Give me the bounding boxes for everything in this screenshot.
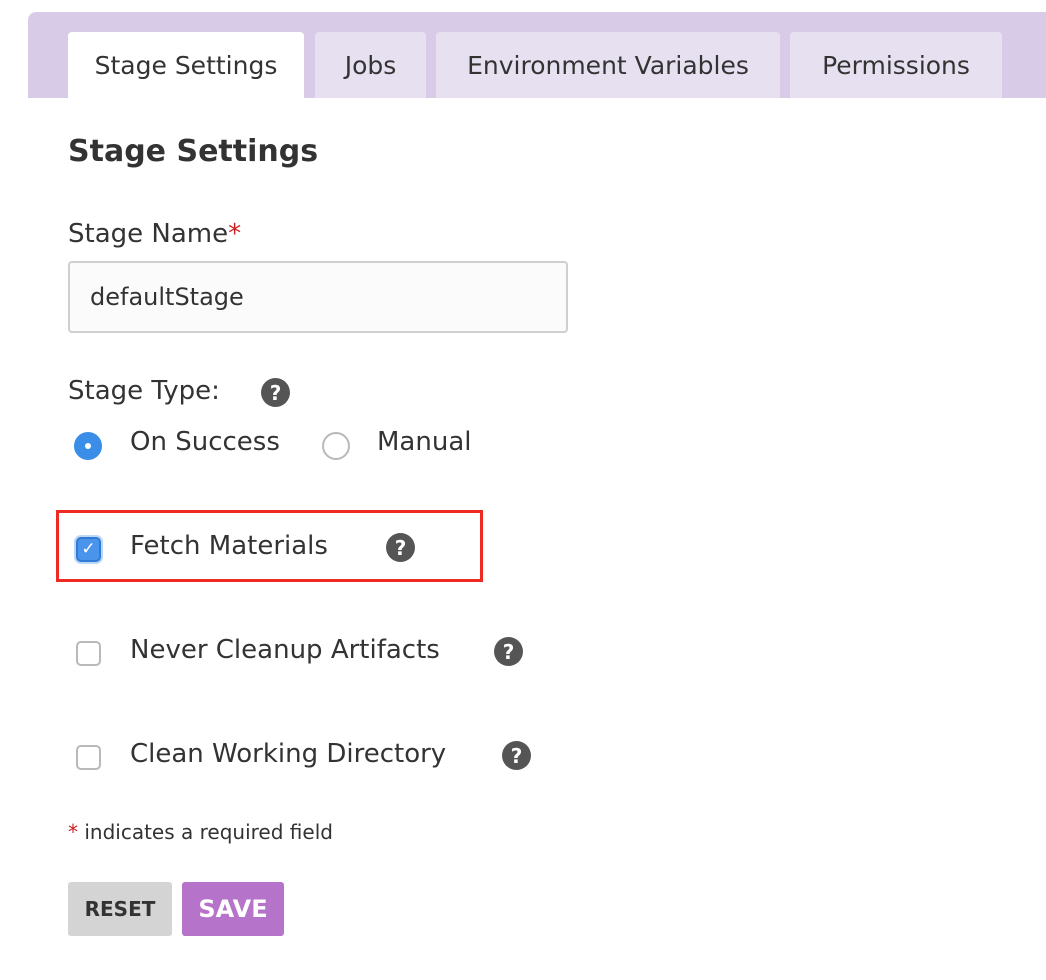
never-cleanup-artifacts-checkbox[interactable] bbox=[76, 641, 101, 666]
stage-name-input[interactable] bbox=[68, 261, 568, 333]
radio-on-success-label[interactable]: On Success bbox=[130, 427, 280, 457]
stage-settings-page: Stage Settings Jobs Environment Variable… bbox=[0, 0, 1046, 980]
check-icon: ✓ bbox=[81, 539, 96, 559]
clean-working-directory-label[interactable]: Clean Working Directory bbox=[130, 739, 446, 769]
fetch-materials-label[interactable]: Fetch Materials bbox=[130, 531, 328, 561]
reset-button[interactable]: RESET bbox=[68, 882, 172, 936]
stage-name-label: Stage Name* bbox=[68, 219, 241, 249]
fetch-materials-checkbox[interactable]: ✓ bbox=[76, 537, 101, 562]
required-marker: * bbox=[228, 219, 242, 249]
page-title: Stage Settings bbox=[68, 134, 319, 169]
tab-stage-settings[interactable]: Stage Settings bbox=[68, 32, 304, 98]
fetch-materials-help-icon[interactable]: ? bbox=[386, 533, 415, 562]
radio-manual[interactable] bbox=[322, 432, 350, 460]
radio-on-success[interactable] bbox=[74, 432, 102, 460]
required-field-note-text: indicates a required field bbox=[78, 820, 333, 844]
tab-jobs[interactable]: Jobs bbox=[315, 32, 426, 98]
never-cleanup-artifacts-label[interactable]: Never Cleanup Artifacts bbox=[130, 635, 440, 665]
stage-type-help-icon[interactable]: ? bbox=[261, 378, 290, 407]
radio-manual-label[interactable]: Manual bbox=[377, 427, 471, 457]
clean-working-directory-help-icon[interactable]: ? bbox=[502, 741, 531, 770]
stage-type-label: Stage Type: bbox=[68, 376, 220, 406]
never-cleanup-artifacts-help-icon[interactable]: ? bbox=[494, 637, 523, 666]
required-marker: * bbox=[68, 820, 78, 844]
stage-name-label-text: Stage Name bbox=[68, 219, 229, 249]
required-field-note: * indicates a required field bbox=[68, 820, 333, 844]
clean-working-directory-checkbox[interactable] bbox=[76, 745, 101, 770]
tab-permissions[interactable]: Permissions bbox=[790, 32, 1002, 98]
tab-environment-variables[interactable]: Environment Variables bbox=[436, 32, 780, 98]
tab-bar: Stage Settings Jobs Environment Variable… bbox=[28, 12, 1046, 98]
save-button[interactable]: SAVE bbox=[182, 882, 284, 936]
